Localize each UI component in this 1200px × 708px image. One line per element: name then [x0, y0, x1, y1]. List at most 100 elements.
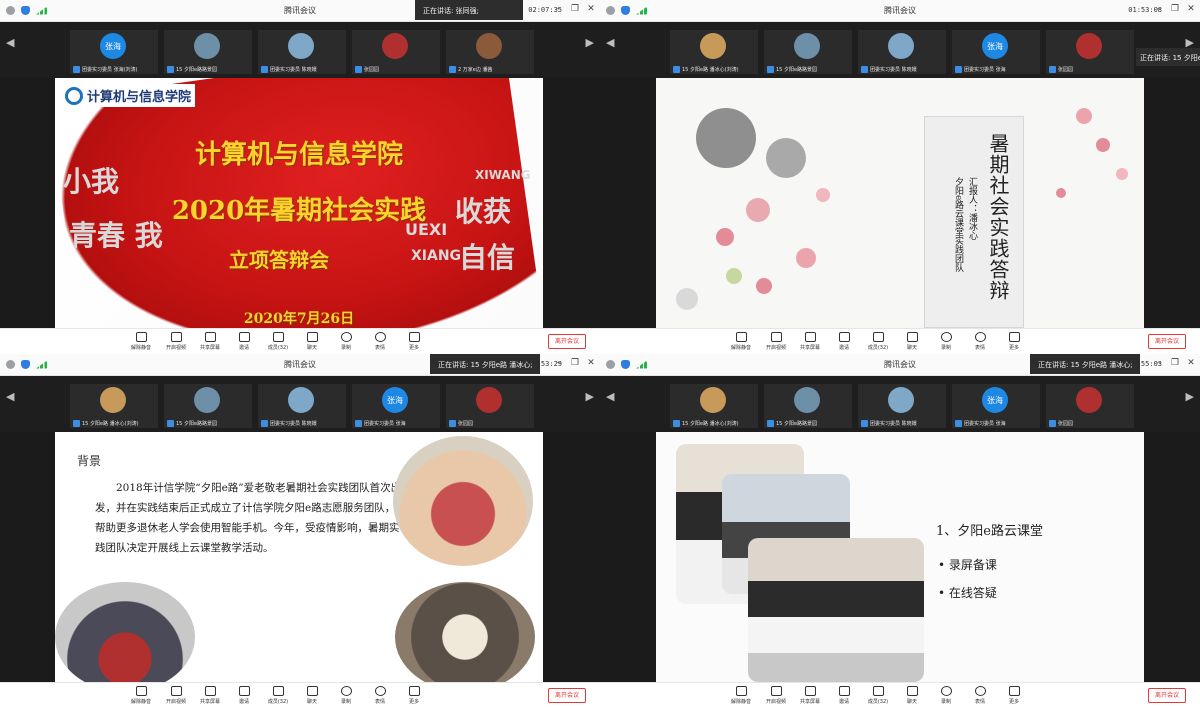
- mic-muted-icon: [673, 420, 680, 427]
- toolbar-emoji-button[interactable]: 表情: [363, 686, 397, 705]
- mic-muted-icon: [955, 420, 962, 427]
- toolbar-record-button[interactable]: 录制: [329, 686, 363, 705]
- close-icon[interactable]: ✕: [1186, 358, 1196, 368]
- emoji-icon: [374, 332, 386, 342]
- toolbar-chat-button[interactable]: 聊天: [895, 332, 929, 351]
- restore-icon[interactable]: ❐: [570, 4, 580, 14]
- next-page-icon[interactable]: ▶: [1186, 390, 1194, 403]
- toolbar-camera-off-button[interactable]: 开启视频: [759, 332, 793, 351]
- toolbar-mic-muted-button[interactable]: 解除静音: [724, 686, 758, 705]
- restore-icon[interactable]: ❐: [1170, 358, 1180, 368]
- participant-name: 团委实习委员 张海: [952, 66, 1040, 73]
- participant-tile[interactable]: 张园园: [1046, 384, 1134, 428]
- avatar: 张海: [382, 387, 408, 413]
- participant-tile[interactable]: 张园园: [352, 30, 440, 74]
- toolbar-record-button[interactable]: 录制: [929, 686, 963, 705]
- participant-tile[interactable]: 张园园: [446, 384, 534, 428]
- toolbar-record-button[interactable]: 录制: [329, 332, 363, 351]
- toolbar-share-screen-button[interactable]: 共享屏幕: [793, 686, 827, 705]
- toolbar-share-screen-button[interactable]: 共享屏幕: [193, 686, 227, 705]
- mic-muted-icon: [861, 66, 868, 73]
- participant-tile[interactable]: 张海 团委实习委员 张海: [352, 384, 440, 428]
- minimize-icon[interactable]: –: [554, 4, 564, 14]
- toolbar-record-button[interactable]: 录制: [929, 332, 963, 351]
- next-page-icon[interactable]: ▶: [586, 390, 594, 403]
- toolbar-share-screen-button[interactable]: 共享屏幕: [193, 332, 227, 351]
- close-icon[interactable]: ✕: [586, 358, 596, 368]
- toolbar-members-button[interactable]: 成员(32): [861, 686, 895, 705]
- toolbar-camera-off-button[interactable]: 开启视频: [759, 686, 793, 705]
- mic-muted-icon: [261, 66, 268, 73]
- participant-tile[interactable]: 团委实习委员 陈晓嬛: [858, 384, 946, 428]
- toolbar-chat-button[interactable]: 聊天: [895, 686, 929, 705]
- participant-name: 张园园: [1046, 420, 1134, 427]
- toolbar-emoji-button[interactable]: 表情: [363, 332, 397, 351]
- toolbar-invite-button[interactable]: 邀请: [827, 686, 861, 705]
- participant-tile[interactable]: 张海 团委实习委员 张海: [952, 30, 1040, 74]
- minimize-icon[interactable]: –: [1154, 358, 1164, 368]
- toolbar-more-button[interactable]: 更多: [397, 332, 431, 351]
- toolbar-invite-button[interactable]: 邀请: [227, 332, 261, 351]
- flower-decoration: [726, 268, 742, 284]
- close-icon[interactable]: ✕: [1186, 4, 1196, 14]
- leave-meeting-button[interactable]: 离开会议: [548, 688, 586, 703]
- participant-tile[interactable]: 15 夕阳e路 潘冰心(刘涛): [670, 30, 758, 74]
- toolbar-emoji-button[interactable]: 表情: [963, 332, 997, 351]
- participant-tile[interactable]: 张海 团委实习委员 张海: [952, 384, 1040, 428]
- participant-tile[interactable]: 团委实习委员 陈晓嬛: [858, 30, 946, 74]
- minimize-icon[interactable]: –: [554, 358, 564, 368]
- toolbar-members-button[interactable]: 成员(32): [861, 332, 895, 351]
- next-page-icon[interactable]: ▶: [586, 36, 594, 49]
- participant-name-label: 团委实习委员 张海(刘涛): [82, 67, 138, 73]
- meeting-window-2: 腾讯会议 01:53:08 – ❐ ✕ 正在讲话: 15 夕阳e路 潘冰心; ◀…: [600, 0, 1200, 354]
- mic-muted-icon: [735, 686, 747, 696]
- college-logo-text: 计算机与信息学院: [87, 90, 192, 105]
- previous-page-icon[interactable]: ◀: [606, 390, 614, 403]
- minimize-icon[interactable]: –: [1154, 4, 1164, 14]
- participant-tile[interactable]: 15 夕阳e路 潘冰心(刘涛): [670, 384, 758, 428]
- previous-page-icon[interactable]: ◀: [6, 390, 14, 403]
- camera-off-icon: [770, 686, 782, 696]
- toolbar-members-button[interactable]: 成员(32): [261, 332, 295, 351]
- toolbar-more-button[interactable]: 更多: [397, 686, 431, 705]
- participant-tile[interactable]: 团委实习委员 陈晓嬛: [258, 30, 346, 74]
- avatar: [888, 387, 914, 413]
- toolbar-mic-muted-button[interactable]: 解除静音: [124, 686, 158, 705]
- previous-page-icon[interactable]: ◀: [6, 36, 14, 49]
- toolbar-more-button[interactable]: 更多: [997, 686, 1031, 705]
- toolbar-chat-button[interactable]: 聊天: [295, 332, 329, 351]
- toolbar-invite-button[interactable]: 邀请: [827, 332, 861, 351]
- participant-tile[interactable]: 张园园: [1046, 30, 1134, 74]
- toolbar-share-screen-button[interactable]: 共享屏幕: [793, 332, 827, 351]
- previous-page-icon[interactable]: ◀: [606, 36, 614, 49]
- participant-name-label: 团委实习委员 张海: [964, 421, 1006, 427]
- window-controls: – ❐ ✕: [1154, 358, 1196, 368]
- toolbar-invite-button[interactable]: 邀请: [227, 686, 261, 705]
- participant-name: 团委实习委员 陈晓嬛: [858, 66, 946, 73]
- participant-tile[interactable]: 15 夕阳e路路景园: [164, 384, 252, 428]
- participant-tile[interactable]: 15 夕阳e路路景园: [764, 384, 852, 428]
- leave-meeting-button[interactable]: 离开会议: [1148, 334, 1186, 349]
- meeting-toolbar: 解除静音 开启视频 共享屏幕 邀请 成员(32) 聊天 录制 表情 更多 离开会议: [600, 328, 1200, 354]
- participant-tile[interactable]: 15 夕阳e路路景园: [764, 30, 852, 74]
- participant-tile[interactable]: 张海 团委实习委员 张海(刘涛): [70, 30, 158, 74]
- restore-icon[interactable]: ❐: [1170, 4, 1180, 14]
- toolbar-camera-off-button[interactable]: 开启视频: [159, 332, 193, 351]
- toolbar-chat-button[interactable]: 聊天: [295, 686, 329, 705]
- toolbar-more-button[interactable]: 更多: [997, 332, 1031, 351]
- participant-tile[interactable]: 团委实习委员 陈晓嬛: [258, 384, 346, 428]
- leave-meeting-button[interactable]: 离开会议: [548, 334, 586, 349]
- toolbar-mic-muted-button[interactable]: 解除静音: [124, 332, 158, 351]
- camera-off-icon: [770, 332, 782, 342]
- toolbar-emoji-button[interactable]: 表情: [963, 686, 997, 705]
- toolbar-camera-off-button[interactable]: 开启视频: [159, 686, 193, 705]
- restore-icon[interactable]: ❐: [570, 358, 580, 368]
- participant-tile[interactable]: 15 夕阳e路 潘冰心(刘涛): [70, 384, 158, 428]
- toolbar-mic-muted-button[interactable]: 解除静音: [724, 332, 758, 351]
- toolbar-members-button[interactable]: 成员(32): [261, 686, 295, 705]
- close-icon[interactable]: ✕: [586, 4, 596, 14]
- leave-meeting-button[interactable]: 离开会议: [1148, 688, 1186, 703]
- participant-strip: ◀ 15 夕阳e路 潘冰心(刘涛) 15 夕阳e路路景园 团委实习委员 陈晓嬛 张海团…: [0, 376, 600, 432]
- participant-tile[interactable]: 15 夕阳e路路景园: [164, 30, 252, 74]
- participant-tile[interactable]: 2 万家e边 潘茜: [446, 30, 534, 74]
